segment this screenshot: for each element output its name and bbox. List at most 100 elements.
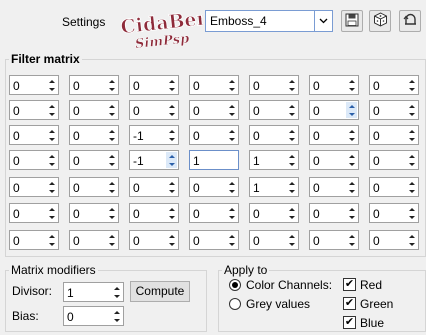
divisor-spinner[interactable]: 1 <box>63 282 124 302</box>
spin-up-icon[interactable] <box>226 205 237 213</box>
spin-down-icon[interactable] <box>166 187 177 195</box>
matrix-cell-r2-c2[interactable]: 0 <box>69 100 119 120</box>
matrix-cell-r2-c4[interactable]: 0 <box>189 100 239 120</box>
spin-up-icon[interactable] <box>111 284 122 292</box>
spin-up-icon[interactable] <box>166 77 177 85</box>
matrix-cell-r5-c3[interactable]: 0 <box>129 177 179 197</box>
spin-up-icon[interactable] <box>166 205 177 213</box>
grey-values-radio[interactable] <box>229 298 241 310</box>
spin-up-icon[interactable] <box>106 152 117 160</box>
spin-up-icon[interactable] <box>226 232 237 240</box>
spin-down-icon[interactable] <box>226 213 237 221</box>
spin-down-icon[interactable] <box>346 135 357 143</box>
spin-down-icon[interactable] <box>46 213 57 221</box>
save-preset-button[interactable] <box>341 10 363 32</box>
matrix-cell-r1-c2[interactable]: 0 <box>69 75 119 95</box>
matrix-cell-r1-c7[interactable]: 0 <box>369 75 419 95</box>
spin-up-icon[interactable] <box>286 179 297 187</box>
spin-down-icon[interactable] <box>406 187 417 195</box>
matrix-cell-r7-c3[interactable]: 0 <box>129 230 179 250</box>
spin-up-icon[interactable] <box>406 232 417 240</box>
matrix-cell-r1-c6[interactable]: 0 <box>309 75 359 95</box>
spin-up-icon[interactable] <box>346 127 357 135</box>
spin-up-icon[interactable] <box>106 205 117 213</box>
matrix-cell-r2-c5[interactable]: 0 <box>249 100 299 120</box>
spin-up-icon[interactable] <box>286 102 297 110</box>
reset-button[interactable] <box>399 10 421 32</box>
spin-up-icon[interactable] <box>106 179 117 187</box>
spin-down-icon[interactable] <box>46 110 57 118</box>
spin-down-icon[interactable] <box>286 160 297 168</box>
spin-up-icon[interactable] <box>346 232 357 240</box>
spin-down-icon[interactable] <box>226 110 237 118</box>
spin-down-icon[interactable] <box>166 135 177 143</box>
matrix-cell-r6-c6[interactable]: 0 <box>309 203 359 223</box>
spin-up-icon[interactable] <box>106 232 117 240</box>
spin-down-icon[interactable] <box>166 240 177 248</box>
matrix-cell-r4-c1[interactable]: 0 <box>9 150 59 170</box>
spin-up-icon[interactable] <box>46 102 57 110</box>
spin-down-icon[interactable] <box>46 187 57 195</box>
spin-up-icon[interactable] <box>346 102 357 110</box>
chevron-down-icon[interactable] <box>314 11 332 31</box>
spin-down-icon[interactable] <box>226 135 237 143</box>
spin-down-icon[interactable] <box>286 110 297 118</box>
matrix-cell-r3-c3[interactable]: -1 <box>129 125 179 145</box>
spin-down-icon[interactable] <box>106 85 117 93</box>
spin-up-icon[interactable] <box>46 77 57 85</box>
spin-down-icon[interactable] <box>226 240 237 248</box>
spin-up-icon[interactable] <box>286 232 297 240</box>
matrix-cell-r4-c4[interactable]: 1 <box>189 150 239 170</box>
matrix-cell-r3-c6[interactable]: 0 <box>309 125 359 145</box>
spin-up-icon[interactable] <box>46 152 57 160</box>
matrix-cell-r7-c7[interactable]: 0 <box>369 230 419 250</box>
blue-checkbox[interactable]: ✔ <box>343 316 356 329</box>
matrix-cell-r4-c6[interactable]: 0 <box>309 150 359 170</box>
spin-up-icon[interactable] <box>406 205 417 213</box>
spin-up-icon[interactable] <box>286 127 297 135</box>
spin-down-icon[interactable] <box>166 110 177 118</box>
spin-up-icon[interactable] <box>226 102 237 110</box>
matrix-cell-r3-c2[interactable]: 0 <box>69 125 119 145</box>
spin-up-icon[interactable] <box>166 102 177 110</box>
preset-select[interactable]: Emboss_4 <box>205 10 333 32</box>
spin-up-icon[interactable] <box>106 127 117 135</box>
matrix-cell-r5-c5[interactable]: 1 <box>249 177 299 197</box>
matrix-cell-r2-c1[interactable]: 0 <box>9 100 59 120</box>
matrix-cell-r3-c7[interactable]: 0 <box>369 125 419 145</box>
spin-down-icon[interactable] <box>111 292 122 300</box>
spin-down-icon[interactable] <box>106 213 117 221</box>
matrix-cell-r7-c1[interactable]: 0 <box>9 230 59 250</box>
matrix-cell-r6-c3[interactable]: 0 <box>129 203 179 223</box>
matrix-cell-r3-c1[interactable]: 0 <box>9 125 59 145</box>
spin-up-icon[interactable] <box>226 179 237 187</box>
matrix-cell-r2-c3[interactable]: 0 <box>129 100 179 120</box>
spin-up-icon[interactable] <box>46 127 57 135</box>
spin-down-icon[interactable] <box>106 240 117 248</box>
spin-down-icon[interactable] <box>166 85 177 93</box>
spin-up-icon[interactable] <box>226 127 237 135</box>
matrix-cell-r6-c1[interactable]: 0 <box>9 203 59 223</box>
matrix-cell-r5-c7[interactable]: 0 <box>369 177 419 197</box>
spin-down-icon[interactable] <box>106 187 117 195</box>
spin-up-icon[interactable] <box>286 205 297 213</box>
matrix-cell-r1-c4[interactable]: 0 <box>189 75 239 95</box>
spin-up-icon[interactable] <box>166 127 177 135</box>
spin-up-icon[interactable] <box>106 77 117 85</box>
matrix-cell-r1-c5[interactable]: 0 <box>249 75 299 95</box>
spin-down-icon[interactable] <box>346 160 357 168</box>
spin-down-icon[interactable] <box>166 160 177 168</box>
spin-up-icon[interactable] <box>406 77 417 85</box>
spin-down-icon[interactable] <box>346 110 357 118</box>
bias-spinner[interactable]: 0 <box>63 306 124 326</box>
compute-button[interactable]: Compute <box>130 281 190 302</box>
red-checkbox[interactable]: ✔ <box>343 278 356 291</box>
spin-up-icon[interactable] <box>286 152 297 160</box>
matrix-cell-r7-c5[interactable]: 0 <box>249 230 299 250</box>
matrix-cell-r4-c7[interactable]: 0 <box>369 150 419 170</box>
matrix-cell-r3-c5[interactable]: 0 <box>249 125 299 145</box>
matrix-cell-r2-c7[interactable]: 0 <box>369 100 419 120</box>
matrix-cell-r5-c1[interactable]: 0 <box>9 177 59 197</box>
matrix-cell-r5-c6[interactable]: 0 <box>309 177 359 197</box>
matrix-cell-r3-c4[interactable]: 0 <box>189 125 239 145</box>
